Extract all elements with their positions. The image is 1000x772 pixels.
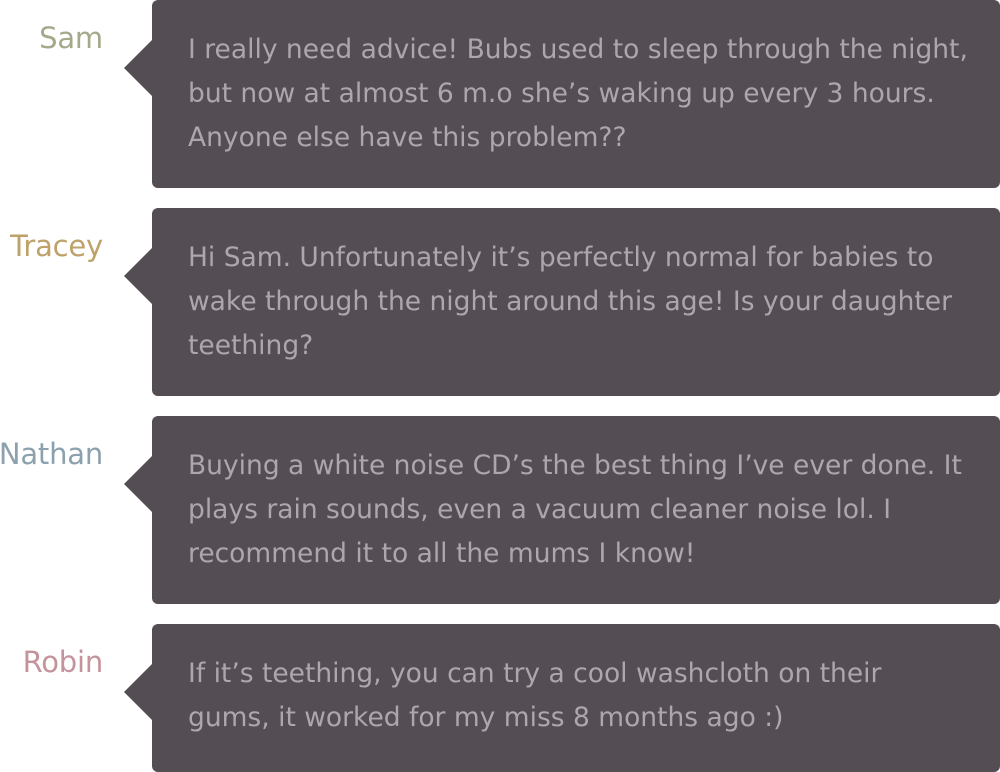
message-thread: Sam I really need advice! Bubs used to s…	[0, 0, 1000, 772]
message-author: Nathan	[0, 437, 103, 471]
message-text: If it’s teething, you can try a cool was…	[188, 658, 882, 733]
message-bubble: Buying a white noise CD’s the best thing…	[124, 416, 1000, 604]
message-bubble: If it’s teething, you can try a cool was…	[124, 624, 1000, 772]
message-text: Buying a white noise CD’s the best thing…	[188, 450, 962, 569]
message-author: Tracey	[10, 229, 103, 263]
message-bubble: Hi Sam. Unfortunately it’s perfectly nor…	[124, 208, 1000, 396]
message-author: Robin	[22, 645, 104, 679]
message-text: I really need advice! Bubs used to sleep…	[188, 34, 968, 153]
message-bubble: I really need advice! Bubs used to sleep…	[124, 0, 1000, 188]
message-text: Hi Sam. Unfortunately it’s perfectly nor…	[188, 242, 952, 361]
message-author: Sam	[39, 21, 103, 55]
